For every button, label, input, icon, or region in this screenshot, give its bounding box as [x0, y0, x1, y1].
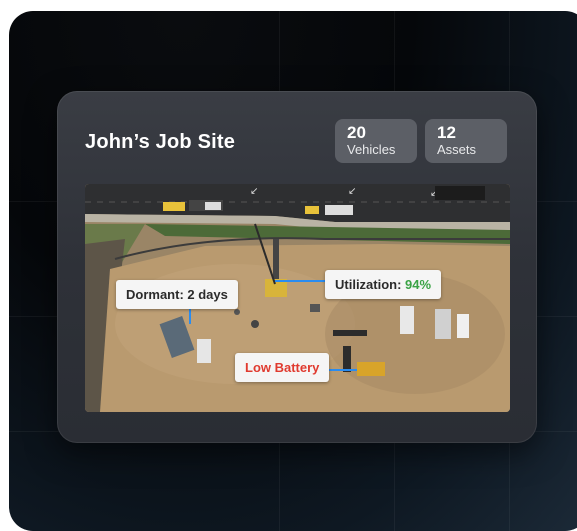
- assets-count: 12: [437, 123, 456, 142]
- dormant-text: Dormant: 2 days: [126, 287, 228, 302]
- battery-connector: [325, 369, 357, 371]
- vehicles-count: 20: [347, 123, 366, 142]
- svg-text:↙: ↙: [250, 186, 258, 197]
- svg-text:↙: ↙: [348, 186, 356, 197]
- site-aerial-photo: ↙ ↙ ↙ Dormant: 2 days Utilization: 94% L…: [85, 184, 510, 412]
- vehicles-label: Vehicles: [347, 142, 396, 157]
- utilization-tag[interactable]: Utilization: 94%: [325, 270, 442, 299]
- job-site-card[interactable]: John’s Job Site 20 Vehicles 12 Assets ↙ …: [57, 91, 537, 443]
- dormant-tag[interactable]: Dormant: 2 days: [116, 280, 238, 309]
- site-title: John’s Job Site: [85, 131, 236, 153]
- vehicles-stat[interactable]: 20 Vehicles: [335, 119, 417, 163]
- utilization-value: 94%: [405, 277, 432, 292]
- utilization-label: Utilization:: [335, 277, 406, 292]
- low-battery-tag[interactable]: Low Battery: [235, 353, 330, 382]
- utilization-connector: [275, 280, 325, 282]
- low-battery-text: Low Battery: [245, 360, 320, 375]
- assets-label: Assets: [437, 142, 477, 157]
- assets-stat[interactable]: 12 Assets: [425, 119, 507, 163]
